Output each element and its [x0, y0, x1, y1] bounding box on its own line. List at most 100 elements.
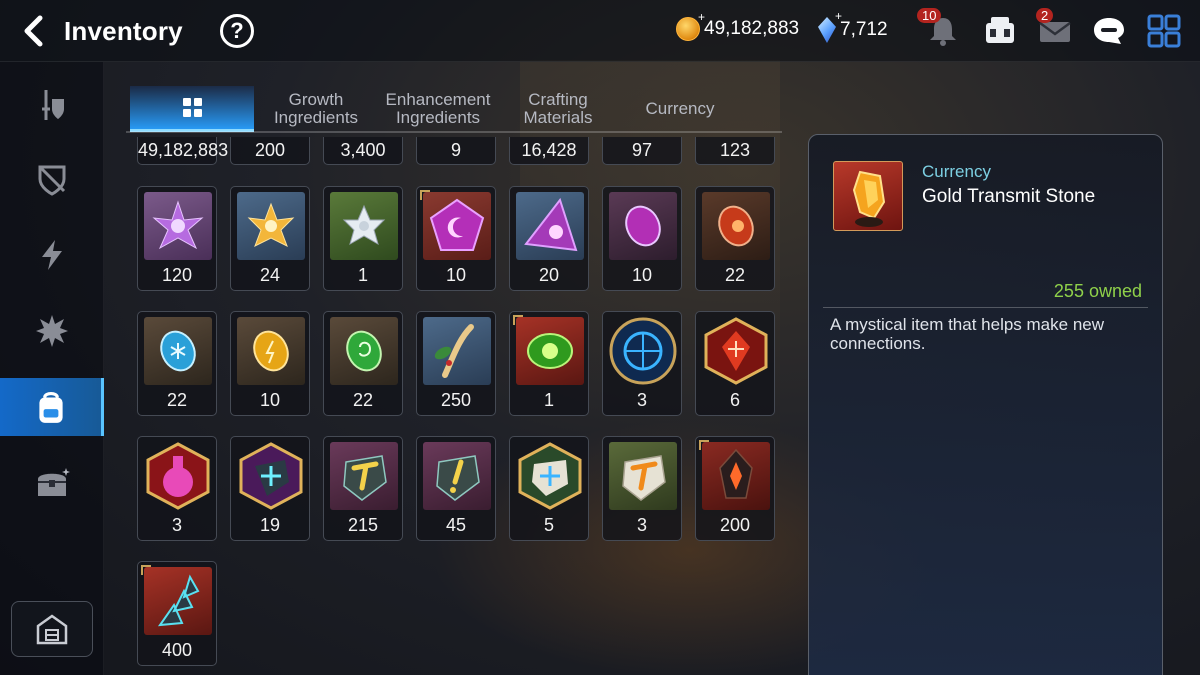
item-count: 10 — [631, 265, 653, 285]
item-slot[interactable]: 19 — [230, 436, 310, 541]
item-slot[interactable]: 3 — [602, 436, 682, 541]
item-slot[interactable]: 123 — [695, 137, 775, 165]
item-slot[interactable]: 5 — [509, 436, 589, 541]
ice-oval-gem-icon — [144, 317, 212, 385]
item-count: 10 — [259, 390, 281, 410]
item-count: 24 — [259, 265, 281, 285]
item-count: 120 — [161, 265, 193, 285]
item-slot[interactable]: 10 — [230, 311, 310, 416]
item-slot[interactable]: 400 — [137, 561, 217, 666]
item-slot[interactable]: 200 — [695, 436, 775, 541]
item-slot[interactable]: 45 — [416, 436, 496, 541]
item-slot[interactable]: 3 — [602, 311, 682, 416]
crystal-currency[interactable]: + 7,712 — [818, 9, 888, 43]
item-count: 10 — [445, 265, 467, 285]
moon-pentagon-gem-icon — [423, 192, 491, 260]
item-slot[interactable]: 22 — [323, 311, 403, 416]
item-slot[interactable]: 20 — [509, 186, 589, 291]
silver-flower-icon — [330, 192, 398, 260]
rarity-corner-icon — [513, 315, 523, 325]
item-count: 49,182,883 — [138, 140, 229, 160]
item-count: 97 — [631, 140, 653, 160]
teal-shard-cluster-icon — [144, 567, 212, 635]
item-slot[interactable]: 215 — [323, 436, 403, 541]
item-name: Gold Transmit Stone — [922, 186, 1096, 207]
moon-triangle-gem-icon — [516, 192, 584, 260]
item-count: 200 — [254, 140, 286, 160]
item-count: 5 — [543, 515, 554, 535]
moon-oval-gem-icon — [609, 192, 677, 260]
item-count: 3,400 — [340, 140, 386, 160]
item-slot[interactable]: 1 — [323, 186, 403, 291]
item-slot[interactable]: 200 — [230, 137, 310, 165]
herb-root-icon — [423, 317, 491, 385]
item-slot[interactable]: 3 — [137, 436, 217, 541]
item-count: 3 — [636, 390, 647, 410]
item-count: 16,428 — [521, 140, 577, 160]
item-slot[interactable]: 6 — [695, 311, 775, 416]
item-count: 123 — [719, 140, 751, 160]
orange-rune-stone-icon — [609, 442, 677, 510]
chat-icon[interactable] — [1091, 13, 1127, 49]
item-slot[interactable]: 49,182,883 — [137, 137, 229, 165]
item-count: 3 — [171, 515, 182, 535]
item-slot[interactable]: 10 — [416, 186, 496, 291]
crystal-icon: + — [818, 9, 842, 43]
purple-flower-icon — [144, 192, 212, 260]
rarity-corner-icon — [141, 565, 151, 575]
rarity-corner-icon — [699, 440, 709, 450]
item-count: 45 — [445, 515, 467, 535]
light-oval-gem-icon — [237, 317, 305, 385]
red-oval-gem-icon — [702, 192, 770, 260]
item-slot[interactable]: 3,400 — [323, 137, 403, 165]
notification-badge: 10 — [917, 8, 942, 23]
menu-grid-icon[interactable] — [1146, 13, 1182, 49]
item-owned-count: 255 owned — [1053, 281, 1142, 301]
item-count: 19 — [259, 515, 281, 535]
mail-badge: 2 — [1036, 8, 1054, 23]
item-slot[interactable]: 22 — [695, 186, 775, 291]
item-count: 1 — [357, 265, 368, 285]
item-grid: 49,182,883 200 3,400 9 16,428 97 123 120… — [0, 0, 800, 675]
item-count: 250 — [440, 390, 472, 410]
item-slot[interactable]: 16,428 — [509, 137, 589, 165]
item-detail-panel: Currency Gold Transmit Stone 255 owned A… — [808, 134, 1163, 675]
item-slot[interactable]: 250 — [416, 311, 496, 416]
crystal-amount: 7,712 — [840, 19, 888, 40]
t-rune-stone-icon — [330, 442, 398, 510]
item-description: A mystical item that helps make new conn… — [830, 315, 1105, 353]
item-slot[interactable]: 120 — [137, 186, 217, 291]
item-slot[interactable]: 1 — [509, 311, 589, 416]
item-count: 22 — [352, 390, 374, 410]
wind-oval-gem-icon — [330, 317, 398, 385]
item-count: 22 — [166, 390, 188, 410]
lava-crystal-icon — [702, 442, 770, 510]
green-eye-orb-icon — [516, 317, 584, 385]
rarity-corner-icon — [420, 190, 430, 200]
item-count: 1 — [543, 390, 554, 410]
item-count: 400 — [161, 640, 193, 660]
gold-flower-icon — [237, 192, 305, 260]
red-crystal-hexagon-icon — [702, 317, 770, 385]
item-count: 22 — [724, 265, 746, 285]
exclaim-rune-stone-icon — [423, 442, 491, 510]
item-slot[interactable]: 10 — [602, 186, 682, 291]
item-count: 9 — [450, 140, 461, 160]
item-count: 215 — [347, 515, 379, 535]
item-count: 6 — [729, 390, 740, 410]
blue-rune-medallion-icon — [609, 317, 677, 385]
item-slot[interactable]: 97 — [602, 137, 682, 165]
pink-potion-hexagon-icon — [144, 442, 212, 510]
item-category: Currency — [922, 162, 991, 181]
gold-transmit-stone-icon — [833, 161, 903, 231]
detail-divider — [823, 307, 1148, 308]
white-star-hexagon-icon — [516, 442, 584, 510]
cyan-shard-hexagon-icon — [237, 442, 305, 510]
item-slot[interactable]: 24 — [230, 186, 310, 291]
item-slot[interactable]: 22 — [137, 311, 217, 416]
item-count: 3 — [636, 515, 647, 535]
item-slot[interactable]: 9 — [416, 137, 496, 165]
item-count: 20 — [538, 265, 560, 285]
party-icon[interactable] — [982, 13, 1018, 49]
item-count: 200 — [719, 515, 751, 535]
